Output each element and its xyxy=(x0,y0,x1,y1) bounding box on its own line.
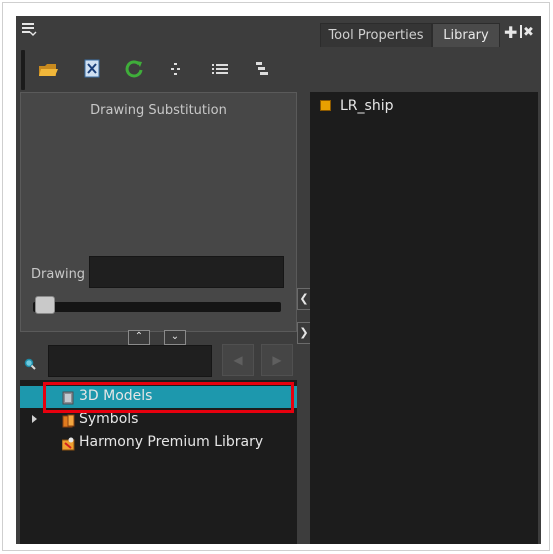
collapse-left-arrow[interactable]: ❮ xyxy=(297,288,311,310)
drawing-substitution-title: Drawing Substitution xyxy=(90,103,227,118)
delete-icon[interactable] xyxy=(81,58,103,80)
list-view-icon[interactable] xyxy=(209,58,231,80)
substitution-slider-track[interactable] xyxy=(33,302,281,312)
tab-library[interactable]: Library xyxy=(432,23,500,47)
drawing-substitution-panel: Drawing Substitution Drawing xyxy=(20,92,297,332)
search-icon xyxy=(24,355,36,370)
symbol-icon xyxy=(320,100,331,111)
drawing-field[interactable] xyxy=(89,256,284,288)
collapse-down-button[interactable]: ⌄ xyxy=(164,330,186,345)
previous-result-button[interactable]: ◀ xyxy=(222,344,254,376)
highlight-box xyxy=(43,382,294,413)
plus-icon[interactable]: ✚ xyxy=(504,25,517,41)
details-view-icon[interactable] xyxy=(252,58,274,80)
folder-open-icon[interactable] xyxy=(37,58,59,80)
expand-arrow-icon[interactable] xyxy=(32,415,37,423)
tree-view-icon[interactable] xyxy=(167,58,189,80)
refresh-icon[interactable] xyxy=(123,58,145,80)
substitution-slider-thumb[interactable] xyxy=(35,296,55,314)
tab-tool-properties[interactable]: Tool Properties xyxy=(320,23,432,47)
tree-item-label: Harmony Premium Library xyxy=(79,434,264,450)
tree-item-label: Symbols xyxy=(79,411,139,427)
hamburger-menu-icon[interactable] xyxy=(22,22,37,36)
library-content-list: LR_ship xyxy=(310,92,538,544)
symbols-folder-icon xyxy=(62,413,75,428)
drawing-label: Drawing xyxy=(31,267,86,282)
list-item[interactable]: LR_ship xyxy=(310,92,538,118)
collapse-up-button[interactable]: ⌃ xyxy=(128,330,150,345)
next-result-button[interactable]: ▶ xyxy=(261,344,293,376)
close-icon[interactable]: ✖ xyxy=(520,25,534,41)
search-input[interactable] xyxy=(48,345,212,377)
expand-right-arrow[interactable]: ❯ xyxy=(297,322,311,344)
library-panel: Tool Properties Library ✚ ✖ Drawing Subs… xyxy=(16,16,541,544)
list-item-label: LR_ship xyxy=(340,98,394,114)
tree-item-harmony-premium-library[interactable]: Harmony Premium Library xyxy=(20,432,297,454)
toolbar-handle[interactable] xyxy=(21,50,25,90)
library-folder-icon xyxy=(61,436,75,451)
